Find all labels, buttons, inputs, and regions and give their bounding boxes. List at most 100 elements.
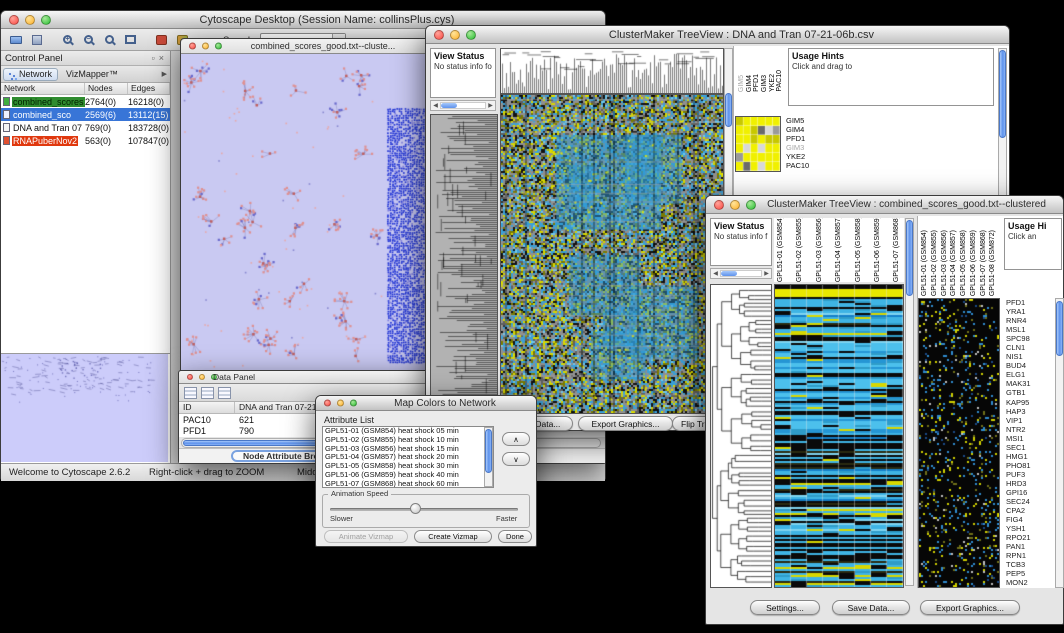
- gene-label[interactable]: MAK31: [1004, 379, 1054, 388]
- scrollbar-thumb[interactable]: [999, 50, 1006, 138]
- zoom-in-icon[interactable]: +: [59, 31, 76, 48]
- dendrogram-hscrollbar[interactable]: ◀ ▶: [430, 100, 496, 111]
- tab-network[interactable]: Network: [3, 68, 58, 81]
- animation-speed-slider[interactable]: [330, 508, 518, 511]
- close-panel-icon[interactable]: ×: [157, 53, 166, 63]
- gene-list-vscrollbar[interactable]: [1055, 298, 1064, 588]
- gene-label[interactable]: PHO81: [1004, 461, 1054, 470]
- move-down-button[interactable]: ∨: [502, 452, 530, 466]
- header-nodes[interactable]: Nodes: [85, 83, 128, 94]
- scrollbar-thumb[interactable]: [1056, 301, 1063, 356]
- gene-label[interactable]: YRA1: [1004, 307, 1054, 316]
- zoom-selected-icon[interactable]: [101, 31, 118, 48]
- export-graphics-button[interactable]: Export Graphics...: [920, 600, 1020, 615]
- attribute-select-icon[interactable]: [184, 387, 197, 399]
- scroll-right-icon[interactable]: ▶: [762, 270, 771, 277]
- close-button[interactable]: [324, 400, 331, 407]
- minimize-button[interactable]: [337, 400, 344, 407]
- gene-label[interactable]: PEP5: [1004, 569, 1054, 578]
- close-button[interactable]: [189, 43, 196, 50]
- gene-label[interactable]: GTB1: [1004, 388, 1054, 397]
- annotation-icon[interactable]: [153, 31, 170, 48]
- gene-label[interactable]: GPI16: [1004, 488, 1054, 497]
- header-network[interactable]: Network: [1, 83, 85, 94]
- close-button[interactable]: [187, 374, 193, 380]
- close-button[interactable]: [714, 200, 724, 210]
- zoom-button[interactable]: [350, 400, 357, 407]
- scroll-left-icon[interactable]: ◀: [431, 102, 440, 109]
- secondary-heatmap-canvas[interactable]: [918, 298, 1000, 588]
- save-session-icon[interactable]: [28, 31, 45, 48]
- dialog-titlebar[interactable]: Map Colors to Network: [316, 396, 536, 411]
- zoom-button[interactable]: [215, 43, 222, 50]
- cluster-matrix-canvas[interactable]: [735, 116, 781, 172]
- zoom-button[interactable]: [746, 200, 756, 210]
- heatmap-canvas[interactable]: [500, 94, 724, 414]
- header-id[interactable]: ID: [179, 402, 235, 413]
- row-dendrogram-canvas[interactable]: [430, 114, 498, 414]
- minimize-button[interactable]: [199, 374, 205, 380]
- gene-label[interactable]: FIG4: [1004, 515, 1054, 524]
- gene-label[interactable]: SEC1: [1004, 443, 1054, 452]
- dendrogram-hscrollbar[interactable]: ◀ ▶: [710, 268, 772, 279]
- close-button[interactable]: [434, 30, 444, 40]
- network-row[interactable]: DNA and Tran 07769(0)183728(0): [1, 121, 170, 134]
- gene-label[interactable]: TCB3: [1004, 560, 1054, 569]
- scrollbar-thumb[interactable]: [485, 429, 492, 473]
- gene-label[interactable]: HMG1: [1004, 452, 1054, 461]
- column-dendrogram-canvas[interactable]: [500, 48, 724, 94]
- scroll-left-icon[interactable]: ◀: [711, 270, 720, 277]
- gene-label[interactable]: MSI1: [1004, 434, 1054, 443]
- open-session-icon[interactable]: [7, 31, 24, 48]
- animate-vizmap-button[interactable]: Animate Vizmap: [324, 530, 408, 543]
- tab-vizmapper[interactable]: VizMapper™: [60, 68, 124, 81]
- scrollbar-thumb[interactable]: [906, 220, 913, 296]
- gene-label[interactable]: MON2: [1004, 578, 1054, 587]
- minimize-button[interactable]: [450, 30, 460, 40]
- gene-label[interactable]: RPO21: [1004, 533, 1054, 542]
- gene-label[interactable]: SPC98: [1004, 334, 1054, 343]
- scrollbar-thumb[interactable]: [441, 103, 457, 108]
- gene-label[interactable]: PAN1: [1004, 542, 1054, 551]
- save-data-button[interactable]: Save Data...: [832, 600, 910, 615]
- scrollbar-thumb[interactable]: [725, 93, 732, 127]
- tab-overflow-icon[interactable]: ▶: [162, 70, 170, 78]
- gene-label[interactable]: NIS1: [1004, 352, 1054, 361]
- attribute-create-icon[interactable]: [201, 387, 214, 399]
- heatmap-vscrollbar[interactable]: [905, 218, 914, 586]
- gene-label[interactable]: HRD3: [1004, 479, 1054, 488]
- attribute-item[interactable]: GPL51-07 (GSM868) heat shock 60 min: [323, 480, 493, 488]
- zoom-button[interactable]: [41, 15, 51, 25]
- gene-label[interactable]: PUF3: [1004, 470, 1054, 479]
- gene-label[interactable]: HAP3: [1004, 407, 1054, 416]
- attribute-delete-icon[interactable]: [218, 387, 231, 399]
- network-row[interactable]: combined_scores2764(0)16218(0): [1, 95, 170, 108]
- settings-button[interactable]: Settings...: [750, 600, 820, 615]
- gene-label[interactable]: YSH1: [1004, 524, 1054, 533]
- create-vizmap-button[interactable]: Create Vizmap: [414, 530, 492, 543]
- zoom-out-icon[interactable]: −: [80, 31, 97, 48]
- header-edges[interactable]: Edges: [128, 83, 170, 94]
- minimize-button[interactable]: [25, 15, 35, 25]
- network-view-canvas[interactable]: [181, 54, 431, 371]
- network-row[interactable]: combined_sco2569(6)13112(15): [1, 108, 170, 121]
- gene-label[interactable]: RNR4: [1004, 316, 1054, 325]
- attribute-list[interactable]: GPL51-01 (GSM854) heat shock 05 minGPL51…: [322, 426, 494, 488]
- zoom-button[interactable]: [466, 30, 476, 40]
- slider-thumb[interactable]: [410, 503, 421, 514]
- scrollbar-thumb[interactable]: [721, 271, 737, 276]
- gene-label[interactable]: RPN1: [1004, 551, 1054, 560]
- scroll-right-icon[interactable]: ▶: [486, 102, 495, 109]
- gene-label[interactable]: PFD1: [1004, 298, 1054, 307]
- gene-label[interactable]: KAP95: [1004, 398, 1054, 407]
- float-panel-icon[interactable]: ▫: [150, 53, 157, 63]
- gene-label[interactable]: CPA2: [1004, 506, 1054, 515]
- attribute-list-vscrollbar[interactable]: [484, 427, 493, 487]
- row-dendrogram-canvas[interactable]: [710, 284, 772, 588]
- export-graphics-button[interactable]: Export Graphics...: [578, 416, 673, 431]
- network-overview-canvas[interactable]: [1, 354, 168, 462]
- move-up-button[interactable]: ∧: [502, 432, 530, 446]
- close-button[interactable]: [9, 15, 19, 25]
- gene-label[interactable]: ELG1: [1004, 370, 1054, 379]
- minimize-button[interactable]: [730, 200, 740, 210]
